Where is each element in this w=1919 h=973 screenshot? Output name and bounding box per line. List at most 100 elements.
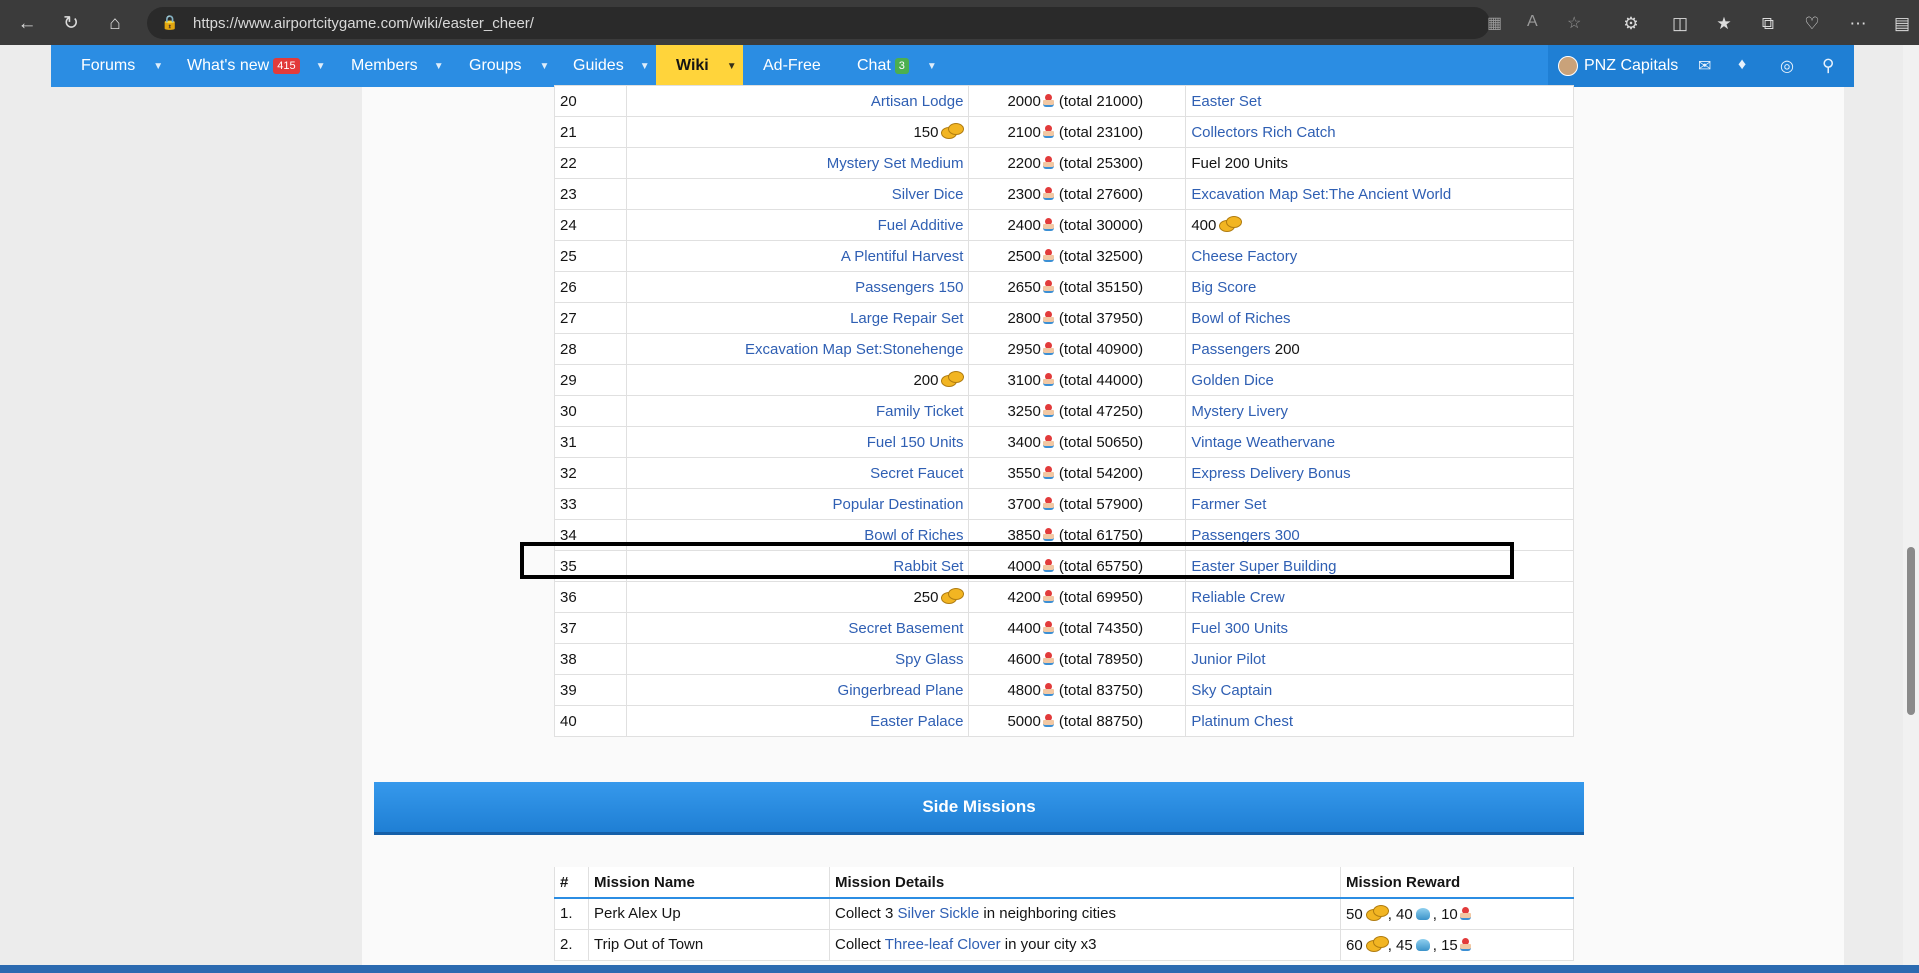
lightbulb-icon[interactable]: ◎ — [1780, 56, 1794, 76]
final-reward-link[interactable]: Sky Captain — [1191, 682, 1272, 699]
points-value: 3850 — [1007, 526, 1041, 544]
cake-icon — [1042, 310, 1054, 324]
user-menu[interactable]: PNZ Capitals — [1558, 45, 1678, 87]
mission-reward: 60, 45, 15 — [1340, 928, 1574, 961]
final-reward-link[interactable]: Junior Pilot — [1191, 651, 1265, 668]
reward-cell: Fuel Additive — [625, 209, 970, 241]
chevron-down-icon[interactable]: ▼ — [539, 61, 549, 72]
cake-icon — [1042, 713, 1054, 727]
reward-link[interactable]: Secret Basement — [848, 620, 963, 637]
reward-link[interactable]: Easter Palace — [870, 713, 963, 730]
favorites-icon[interactable]: ★ — [1709, 8, 1739, 38]
reward-link[interactable]: Passengers 150 — [855, 279, 963, 296]
nav-wiki[interactable]: Wiki ▼ — [656, 45, 743, 87]
final-reward-cell: Mystery Livery — [1185, 395, 1574, 427]
reward-link[interactable]: Artisan Lodge — [871, 93, 964, 110]
final-reward-link[interactable]: Fuel 300 Units — [1191, 620, 1288, 637]
chevron-down-icon[interactable]: ▼ — [927, 61, 937, 72]
nav-forums[interactable]: Forums ▼ — [81, 45, 163, 87]
more-options-icon[interactable]: ⋯ — [1843, 8, 1873, 38]
side-missions-heading: Side Missions — [374, 782, 1584, 835]
row-number: 24 — [554, 209, 627, 241]
chevron-down-icon[interactable]: ▼ — [640, 61, 650, 72]
chevron-down-icon[interactable]: ▼ — [316, 61, 326, 72]
final-reward-cell: Excavation Map Set:The Ancient World — [1185, 178, 1574, 210]
reward-link[interactable]: Rabbit Set — [893, 558, 963, 575]
reward-link[interactable]: Spy Glass — [895, 651, 963, 668]
reward-link[interactable]: Gingerbread Plane — [838, 682, 964, 699]
nav-groups[interactable]: Groups ▼ — [469, 45, 549, 87]
chevron-down-icon[interactable]: ▼ — [153, 61, 163, 72]
final-reward-link[interactable]: Passengers — [1191, 341, 1270, 358]
table-row: 33 Popular Destination 3700 (total 57900) Fa… — [554, 488, 1574, 520]
favorite-star-icon[interactable]: ☆ — [1567, 13, 1581, 33]
final-reward-link[interactable]: Passengers 300 — [1191, 527, 1299, 544]
mission-name: Trip Out of Town — [588, 928, 830, 961]
reward-link[interactable]: Family Ticket — [876, 403, 964, 420]
final-reward-link[interactable]: Cheese Factory — [1191, 248, 1297, 265]
reward-link[interactable]: Fuel 150 Units — [867, 434, 964, 451]
reward-amount: 200 — [913, 372, 939, 389]
address-bar[interactable]: 🔒 https://www.airportcitygame.com/wiki/e… — [147, 7, 1581, 39]
username: PNZ Capitals — [1584, 57, 1679, 74]
final-reward-link[interactable]: Express Delivery Bonus — [1191, 465, 1350, 482]
mail-icon[interactable]: ✉ — [1698, 56, 1711, 76]
browser-essentials-icon[interactable]: ♡ — [1797, 8, 1827, 38]
reward-link[interactable]: Secret Faucet — [870, 465, 963, 482]
final-reward-link[interactable]: Excavation Map Set:The Ancient World — [1191, 186, 1451, 203]
split-screen-icon[interactable]: ◫ — [1665, 8, 1695, 38]
row-number: 38 — [554, 643, 627, 675]
nav-chat[interactable]: Chat 3 ▼ — [857, 45, 937, 87]
final-reward-link[interactable]: Farmer Set — [1191, 496, 1266, 513]
chevron-down-icon[interactable]: ▼ — [434, 61, 444, 72]
mission-item-link[interactable]: Silver Sickle — [898, 905, 980, 922]
reward-link[interactable]: Popular Destination — [833, 496, 964, 513]
back-icon[interactable]: ← — [12, 8, 42, 38]
reward-link[interactable]: Excavation Map Set:Stonehenge — [745, 341, 963, 358]
final-reward-link[interactable]: Bowl of Riches — [1191, 310, 1290, 327]
points-value: 3550 — [1007, 464, 1041, 482]
scrollbar[interactable] — [1903, 45, 1919, 965]
final-reward-link[interactable]: Big Score — [1191, 279, 1256, 296]
scroll-thumb[interactable] — [1907, 547, 1915, 715]
points-cell: 4800 (total 83750) — [968, 674, 1187, 706]
read-aloud-icon[interactable]: A — [1527, 13, 1538, 31]
reward-link[interactable]: Silver Dice — [892, 186, 964, 203]
reward-link[interactable]: Large Repair Set — [850, 310, 963, 327]
reward-link[interactable]: Bowl of Riches — [864, 527, 963, 544]
mission-item-link[interactable]: Three-leaf Clover — [885, 936, 1001, 953]
points-total: (total 69950) — [1058, 588, 1144, 606]
points-total: (total 35150) — [1058, 278, 1144, 296]
page-content: 20 Artisan Lodge 2000 (total 21000) Easter S… — [362, 85, 1844, 973]
final-reward-link[interactable]: Reliable Crew — [1191, 589, 1284, 606]
final-reward-link[interactable]: Easter Set — [1191, 93, 1261, 110]
app-available-icon[interactable]: ▦ — [1487, 13, 1502, 33]
final-reward-link[interactable]: Easter Super Building — [1191, 558, 1336, 575]
table-row: 20 Artisan Lodge 2000 (total 21000) Easter S… — [554, 85, 1574, 117]
search-icon[interactable]: ⚲ — [1822, 56, 1834, 76]
final-reward-link[interactable]: Platinum Chest — [1191, 713, 1293, 730]
nav-guides[interactable]: Guides ▼ — [573, 45, 650, 87]
nav-whats-new[interactable]: What's new 415 ▼ — [187, 45, 325, 87]
sidebar-toggle-icon[interactable]: ▤ — [1887, 8, 1917, 38]
final-reward-link[interactable]: Mystery Livery — [1191, 403, 1288, 420]
bell-icon[interactable]: ♦ — [1738, 56, 1746, 74]
nav-ad-free[interactable]: Ad-Free — [763, 45, 821, 87]
url-text[interactable]: https://www.airportcitygame.com/wiki/eas… — [193, 15, 534, 32]
chevron-down-icon[interactable]: ▼ — [727, 61, 737, 72]
collections-icon[interactable]: ⧉ — [1753, 8, 1783, 38]
reward-link[interactable]: Fuel Additive — [878, 217, 964, 234]
table-row: 26 Passengers 150 2650 (total 35150) Big Sco… — [554, 271, 1574, 303]
final-reward-link[interactable]: Collectors Rich Catch — [1191, 124, 1335, 141]
final-reward-link[interactable]: Vintage Weathervane — [1191, 434, 1335, 451]
final-reward-cell: Vintage Weathervane — [1185, 426, 1574, 458]
reward-link[interactable]: Mystery Set Medium — [827, 155, 964, 172]
final-reward-link[interactable]: Golden Dice — [1191, 372, 1274, 389]
nav-members[interactable]: Members ▼ — [351, 45, 444, 87]
reward-link[interactable]: A Plentiful Harvest — [841, 248, 964, 265]
home-icon[interactable]: ⌂ — [100, 8, 130, 38]
points-value: 3250 — [1007, 402, 1041, 420]
row-number: 22 — [554, 147, 627, 179]
extensions-icon[interactable]: ⚙ — [1616, 8, 1646, 38]
refresh-icon[interactable]: ↻ — [56, 8, 86, 38]
